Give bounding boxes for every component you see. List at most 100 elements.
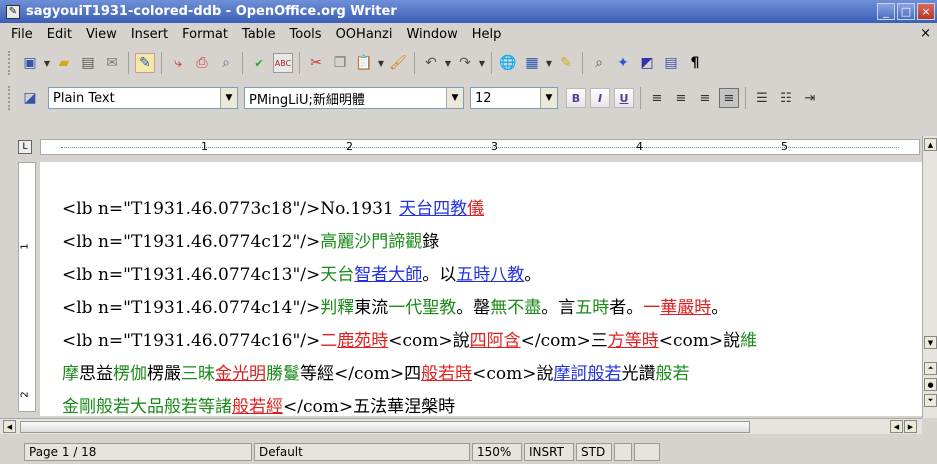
next-page-icon[interactable]: ⏷ bbox=[924, 394, 937, 407]
copy-icon[interactable]: ❐ bbox=[330, 53, 350, 73]
insert-mode-indicator[interactable]: INSRT bbox=[524, 443, 574, 461]
styles-formatting-icon[interactable]: ◪ bbox=[20, 88, 40, 108]
justify-icon[interactable]: ≡ bbox=[719, 88, 739, 108]
autospellcheck-icon[interactable]: ABC bbox=[273, 53, 293, 73]
gallery-icon[interactable]: ◩ bbox=[637, 53, 657, 73]
text-run: 智者大師 bbox=[354, 265, 423, 285]
toolbar-grip[interactable] bbox=[8, 51, 12, 75]
align-center-icon[interactable]: ≡ bbox=[671, 88, 691, 108]
numbering-icon[interactable]: ☰ bbox=[752, 88, 772, 108]
previous-page-icon[interactable]: ⏶ bbox=[924, 362, 937, 375]
redo-dropdown-icon[interactable]: ▼ bbox=[477, 53, 487, 73]
close-document-icon[interactable]: × bbox=[920, 26, 931, 41]
tab-stop-type-icon[interactable]: L bbox=[18, 140, 32, 154]
scroll-left-icon[interactable]: ◀ bbox=[3, 420, 16, 433]
text-run: 摩訶般若 bbox=[553, 364, 622, 384]
document-page[interactable]: <lb n="T1931.46.0773c18"/>No.1931 天台四教儀 … bbox=[40, 162, 922, 416]
menu-edit[interactable]: Edit bbox=[40, 27, 79, 42]
cut-icon[interactable]: ✂ bbox=[306, 53, 326, 73]
text-run: 。言 bbox=[541, 298, 576, 318]
new-document-icon[interactable]: ▣ bbox=[20, 53, 40, 73]
text-run: 思益 bbox=[79, 364, 113, 384]
text-run: <lb n="T1931.46.0774c16"/> bbox=[62, 331, 321, 351]
menu-help[interactable]: Help bbox=[465, 27, 509, 42]
text-run: </com>五法華涅槃時 bbox=[283, 397, 456, 416]
new-dropdown-icon[interactable]: ▼ bbox=[42, 53, 52, 73]
zoom-indicator[interactable]: 150% bbox=[472, 443, 522, 461]
align-right-icon[interactable]: ≡ bbox=[695, 88, 715, 108]
scroll-right-icon[interactable]: ▶ bbox=[904, 420, 917, 433]
menu-window[interactable]: Window bbox=[399, 27, 464, 42]
menu-table[interactable]: Table bbox=[235, 27, 283, 42]
redo-icon[interactable]: ↷ bbox=[455, 53, 475, 73]
ruler-number: 3 bbox=[491, 140, 498, 153]
table-dropdown-icon[interactable]: ▼ bbox=[544, 53, 554, 73]
paste-icon[interactable]: 📋 bbox=[354, 53, 374, 73]
toolbar-separator bbox=[582, 52, 583, 74]
paste-dropdown-icon[interactable]: ▼ bbox=[376, 53, 386, 73]
menu-format[interactable]: Format bbox=[175, 27, 235, 42]
bold-button[interactable]: B bbox=[566, 88, 586, 108]
email-document-icon[interactable]: ✉ bbox=[102, 53, 122, 73]
text-run: 天台四教 bbox=[399, 199, 468, 219]
scroll-up-icon[interactable]: ▲ bbox=[924, 138, 937, 151]
edit-file-icon[interactable]: ✎ bbox=[135, 53, 155, 73]
undo-icon[interactable]: ↶ bbox=[421, 53, 441, 73]
chevron-down-icon[interactable]: ▼ bbox=[220, 88, 237, 108]
vertical-scrollbar[interactable]: ▲ ▼ ⏶ ● ⏷ bbox=[922, 136, 937, 418]
clone-formatting-icon[interactable]: 🖌 bbox=[388, 53, 408, 73]
align-left-icon[interactable]: ≡ bbox=[647, 88, 667, 108]
font-name-combo[interactable]: PMingLiU;新細明體 ▼ bbox=[244, 87, 464, 109]
paragraph-style-combo[interactable]: Plain Text ▼ bbox=[48, 87, 238, 109]
increase-indent-icon[interactable]: ⇥ bbox=[800, 88, 820, 108]
text-line: <lb n="T1931.46.0773c18"/>No.1931 天台四教儀 bbox=[62, 194, 484, 219]
chevron-down-icon[interactable]: ▼ bbox=[446, 88, 463, 108]
vruler-number: 1 bbox=[19, 243, 31, 250]
navigation-icon[interactable]: ● bbox=[924, 378, 937, 391]
find-replace-icon[interactable]: ⌕ bbox=[589, 53, 609, 73]
open-folder-icon[interactable]: ▰ bbox=[54, 53, 74, 73]
menu-file[interactable]: File bbox=[4, 27, 40, 42]
menu-insert[interactable]: Insert bbox=[124, 27, 175, 42]
italic-button[interactable]: I bbox=[590, 88, 610, 108]
scroll-down-icon[interactable]: ▼ bbox=[924, 336, 937, 349]
undo-dropdown-icon[interactable]: ▼ bbox=[443, 53, 453, 73]
bullets-icon[interactable]: ☷ bbox=[776, 88, 796, 108]
scroll-left-icon[interactable]: ◀ bbox=[890, 420, 903, 433]
maximize-button[interactable]: □ bbox=[897, 3, 915, 20]
horizontal-scrollbar[interactable]: ◀ ◀ ▶ bbox=[0, 418, 922, 434]
selection-mode-indicator[interactable]: STD bbox=[576, 443, 612, 461]
page-indicator[interactable]: Page 1 / 18 bbox=[24, 443, 252, 461]
navigator-icon[interactable]: ✦ bbox=[613, 53, 633, 73]
underline-button[interactable]: U bbox=[614, 88, 634, 108]
toolbar-separator bbox=[640, 87, 641, 109]
text-run: <com>說 bbox=[472, 364, 554, 384]
toolbar-separator bbox=[414, 52, 415, 74]
spellcheck-icon[interactable]: ✔ bbox=[249, 53, 269, 73]
data-sources-icon[interactable]: ▤ bbox=[661, 53, 681, 73]
minimize-button[interactable]: _ bbox=[877, 3, 895, 20]
page-style-indicator[interactable]: Default bbox=[254, 443, 470, 461]
formatting-marks-icon[interactable]: ¶ bbox=[685, 53, 705, 73]
menu-tools[interactable]: Tools bbox=[283, 27, 329, 42]
hyperlink-icon[interactable]: 🌐 bbox=[498, 53, 518, 73]
page-preview-icon[interactable]: ⌕ bbox=[216, 53, 236, 73]
vruler-number: 2 bbox=[19, 391, 31, 398]
toolbar-grip[interactable] bbox=[8, 86, 12, 110]
window-title: sagyouiT1931-colored-ddb - OpenOffice.or… bbox=[26, 4, 397, 19]
font-size-combo[interactable]: 12 ▼ bbox=[470, 87, 558, 109]
text-run: 般若經 bbox=[232, 397, 283, 416]
vertical-ruler[interactable]: 1 2 bbox=[18, 162, 36, 412]
show-draw-functions-icon[interactable]: ✎ bbox=[556, 53, 576, 73]
horizontal-ruler[interactable]: 1 2 3 4 5 bbox=[40, 139, 920, 155]
save-icon[interactable]: ▤ bbox=[78, 53, 98, 73]
export-pdf-icon[interactable]: ⤷ bbox=[168, 53, 188, 73]
menu-view[interactable]: View bbox=[79, 27, 124, 42]
table-icon[interactable]: ▦ bbox=[522, 53, 542, 73]
print-icon[interactable]: ⎙ bbox=[192, 53, 212, 73]
horizontal-scroll-thumb[interactable] bbox=[20, 421, 750, 433]
menu-oohanzi[interactable]: OOHanzi bbox=[329, 27, 400, 42]
ruler-number: 5 bbox=[781, 140, 788, 153]
close-window-button[interactable]: × bbox=[917, 3, 935, 20]
chevron-down-icon[interactable]: ▼ bbox=[540, 88, 557, 108]
